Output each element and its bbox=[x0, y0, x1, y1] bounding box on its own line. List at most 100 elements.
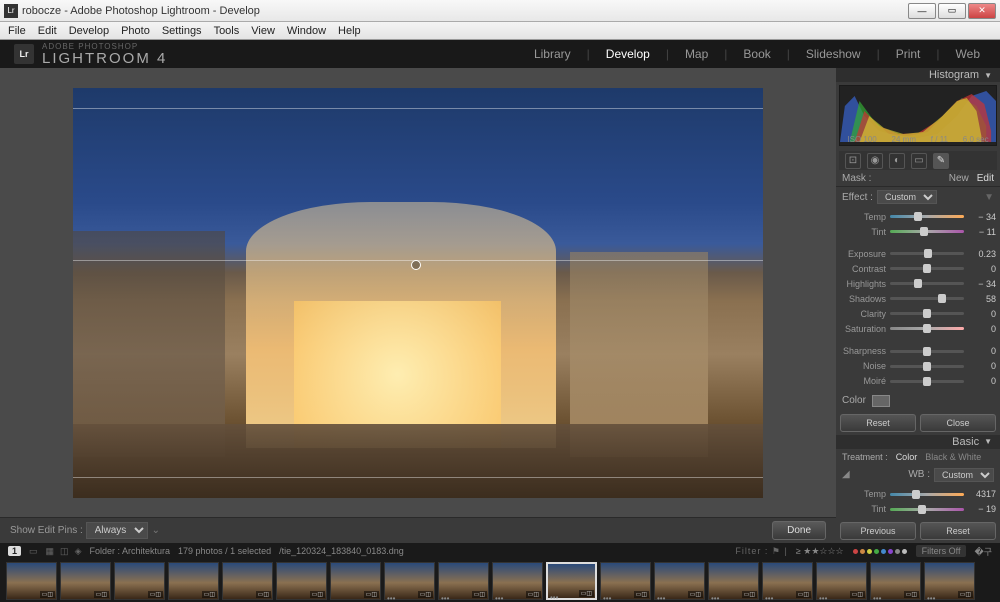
slider-thumb[interactable] bbox=[923, 309, 931, 318]
menu-file[interactable]: File bbox=[2, 24, 32, 38]
menu-help[interactable]: Help bbox=[332, 24, 367, 38]
filters-off[interactable]: Filters Off bbox=[916, 545, 967, 557]
slider-thumb[interactable] bbox=[923, 347, 931, 356]
module-print[interactable]: Print bbox=[890, 45, 927, 63]
menu-window[interactable]: Window bbox=[281, 24, 332, 38]
slider-thumb[interactable] bbox=[923, 377, 931, 386]
slider-thumb[interactable] bbox=[912, 490, 920, 499]
pins-dropdown[interactable]: Always bbox=[86, 522, 148, 539]
filmstrip-thumb[interactable]: ▭◫ bbox=[168, 562, 219, 600]
mask-new[interactable]: New bbox=[949, 173, 969, 184]
slider-thumb[interactable] bbox=[923, 264, 931, 273]
module-develop[interactable]: Develop bbox=[600, 45, 656, 63]
slider-track[interactable] bbox=[890, 327, 964, 330]
menu-edit[interactable]: Edit bbox=[32, 24, 63, 38]
reset-button[interactable]: Reset bbox=[920, 522, 996, 540]
done-button[interactable]: Done bbox=[772, 521, 826, 540]
brush-tool-icon[interactable]: ✎ bbox=[933, 153, 949, 169]
slider-track[interactable] bbox=[890, 297, 964, 300]
close-button[interactable]: ✕ bbox=[968, 3, 996, 19]
adjustment-pin-icon[interactable] bbox=[411, 260, 421, 270]
module-book[interactable]: Book bbox=[737, 45, 776, 63]
slider-track[interactable] bbox=[890, 365, 964, 368]
redeye-tool-icon[interactable]: ◐ bbox=[889, 153, 905, 169]
filmstrip-thumb[interactable]: ▭◫••• bbox=[870, 562, 921, 600]
slider-track[interactable] bbox=[890, 282, 964, 285]
compare-icon[interactable]: ◫ bbox=[60, 546, 69, 557]
minimize-button[interactable]: — bbox=[908, 3, 936, 19]
effect-dropdown[interactable]: Custom bbox=[877, 190, 937, 204]
filmstrip-thumb[interactable]: ▭◫••• bbox=[654, 562, 705, 600]
slider-track[interactable] bbox=[890, 493, 964, 496]
filmstrip[interactable]: ▭◫▭◫▭◫▭◫▭◫▭◫▭◫▭◫•••▭◫•••▭◫•••▭◫•••▭◫•••▭… bbox=[0, 559, 1000, 602]
treatment-color[interactable]: Color bbox=[896, 452, 918, 462]
slider-thumb[interactable] bbox=[920, 227, 928, 236]
slider-thumb[interactable] bbox=[923, 324, 931, 333]
wb-dropdown[interactable]: Custom bbox=[934, 468, 994, 482]
slider-track[interactable] bbox=[890, 230, 964, 233]
menu-photo[interactable]: Photo bbox=[115, 24, 156, 38]
rating-filter[interactable]: ≥ ★★☆☆☆ bbox=[796, 546, 844, 557]
slider-track[interactable] bbox=[890, 252, 964, 255]
mask-edit[interactable]: Edit bbox=[977, 173, 994, 184]
filmstrip-thumb[interactable]: ▭◫ bbox=[276, 562, 327, 600]
slider-thumb[interactable] bbox=[914, 279, 922, 288]
filmstrip-thumb[interactable]: ▭◫ bbox=[114, 562, 165, 600]
gradient-tool-icon[interactable]: ▭ bbox=[911, 153, 927, 169]
slider-thumb[interactable] bbox=[918, 505, 926, 514]
color-label-filter[interactable] bbox=[852, 546, 908, 556]
slider-thumb[interactable] bbox=[938, 294, 946, 303]
filmstrip-thumb[interactable]: ▭◫••• bbox=[492, 562, 543, 600]
treatment-bw[interactable]: Black & White bbox=[925, 452, 981, 462]
slider-track[interactable] bbox=[890, 350, 964, 353]
filmstrip-thumb[interactable]: ▭◫••• bbox=[762, 562, 813, 600]
slider-thumb[interactable] bbox=[914, 212, 922, 221]
survey-icon[interactable]: ◈ bbox=[75, 546, 82, 557]
filmstrip-thumb[interactable]: ▭◫••• bbox=[384, 562, 435, 600]
histo-meta: ISO 100 bbox=[847, 135, 876, 144]
crop-tool-icon[interactable]: ⊡ bbox=[845, 153, 861, 169]
filmstrip-thumb[interactable]: ▭◫ bbox=[6, 562, 57, 600]
module-slideshow[interactable]: Slideshow bbox=[800, 45, 867, 63]
grid-icon[interactable]: ▦ bbox=[46, 546, 55, 557]
maximize-button[interactable]: ▭ bbox=[938, 3, 966, 19]
window-badge[interactable]: 1 bbox=[8, 546, 21, 556]
basic-header[interactable]: Basic ▼ bbox=[836, 435, 1000, 449]
filmstrip-thumb[interactable]: ▭◫ bbox=[60, 562, 111, 600]
folder-label[interactable]: Folder : Architektura bbox=[89, 546, 170, 556]
filmstrip-thumb[interactable]: ▭◫••• bbox=[816, 562, 867, 600]
module-map[interactable]: Map bbox=[679, 45, 714, 63]
menu-develop[interactable]: Develop bbox=[63, 24, 115, 38]
filmstrip-thumb[interactable]: ▭◫••• bbox=[546, 562, 597, 600]
histogram-display[interactable]: ISO 10024 mmf / 116.0 sec bbox=[839, 85, 997, 146]
module-web[interactable]: Web bbox=[950, 45, 986, 63]
slider-track[interactable] bbox=[890, 312, 964, 315]
slider-track[interactable] bbox=[890, 267, 964, 270]
slider-track[interactable] bbox=[890, 215, 964, 218]
panel-collapse-icon[interactable]: ▼ bbox=[984, 192, 994, 203]
filmstrip-thumb[interactable]: ▭◫ bbox=[330, 562, 381, 600]
mask-close-button[interactable]: Close bbox=[920, 414, 996, 432]
spot-tool-icon[interactable]: ◉ bbox=[867, 153, 883, 169]
previous-button[interactable]: Previous bbox=[840, 522, 916, 540]
mask-reset-button[interactable]: Reset bbox=[840, 414, 916, 432]
slider-thumb[interactable] bbox=[924, 249, 932, 258]
filmstrip-thumb[interactable]: ▭◫••• bbox=[438, 562, 489, 600]
filmstrip-thumb[interactable]: ▭◫••• bbox=[708, 562, 759, 600]
filmstrip-thumb[interactable]: ▭◫ bbox=[222, 562, 273, 600]
filmstrip-thumb[interactable]: ▭◫••• bbox=[600, 562, 651, 600]
filter-lock-icon[interactable]: �구 bbox=[974, 545, 992, 558]
menu-settings[interactable]: Settings bbox=[156, 24, 208, 38]
module-library[interactable]: Library bbox=[528, 45, 577, 63]
second-window-icon[interactable]: ▭ bbox=[29, 546, 38, 557]
filmstrip-thumb[interactable]: ▭◫••• bbox=[924, 562, 975, 600]
histogram-header[interactable]: Histogram ▼ bbox=[836, 68, 1000, 82]
photo-preview[interactable] bbox=[73, 88, 763, 498]
slider-track[interactable] bbox=[890, 508, 964, 511]
color-swatch[interactable] bbox=[872, 395, 890, 407]
canvas[interactable] bbox=[0, 68, 836, 517]
slider-track[interactable] bbox=[890, 380, 964, 383]
menu-view[interactable]: View bbox=[245, 24, 281, 38]
slider-thumb[interactable] bbox=[923, 362, 931, 371]
menu-tools[interactable]: Tools bbox=[208, 24, 246, 38]
